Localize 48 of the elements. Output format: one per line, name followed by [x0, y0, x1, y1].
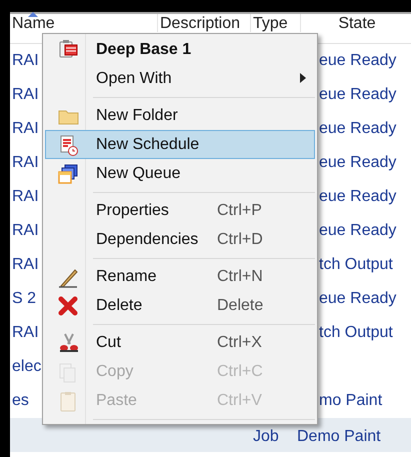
menu-item[interactable]: Properties Ctrl+P: [45, 196, 315, 225]
windows-icon: [57, 162, 79, 184]
menu-item[interactable]: Open With: [45, 64, 315, 93]
menu-item[interactable]: Deep Base 1: [45, 35, 315, 64]
table-cell-text: eue Ready: [318, 222, 396, 240]
menu-item[interactable]: Cut Ctrl+X: [45, 328, 315, 357]
menu-item[interactable]: New Folder: [45, 101, 315, 130]
table-cell: RAI: [12, 52, 39, 70]
table-cell: Job: [253, 428, 279, 446]
table-cell: RAI: [12, 324, 39, 342]
table-cell-text: tch Output: [318, 324, 393, 342]
table-cell-text: eue Ready: [318, 86, 396, 104]
table-cell-text: eue Ready: [318, 188, 396, 206]
menu-label: New Queue: [95, 164, 182, 182]
table-cell: RAI: [12, 222, 39, 240]
column-header[interactable]: State: [301, 14, 411, 32]
table-cell-text: eue Ready: [318, 52, 396, 70]
clipboard-icon: [57, 38, 79, 60]
table-cell-text: tch Output: [318, 256, 393, 274]
menu-label: Open With: [95, 70, 173, 88]
menu-item[interactable]: New Queue: [45, 159, 315, 188]
menu-label: Delete: [95, 296, 144, 314]
delete-icon: [57, 294, 79, 316]
menu-label: New Folder: [95, 106, 179, 124]
column-header[interactable]: Name: [10, 14, 158, 32]
table-cell-text: eue Ready: [318, 154, 396, 172]
menu-item[interactable]: Rename Ctrl+N: [45, 262, 315, 291]
menu-label: Properties: [95, 202, 170, 220]
menu-label: Deep Base 1: [95, 40, 192, 58]
scissors-icon: [57, 332, 79, 354]
table-cell: RAI: [12, 188, 39, 206]
column-header[interactable]: Description: [158, 14, 251, 32]
menu-label: Copy: [95, 362, 134, 380]
menu-label: Cut: [95, 334, 122, 352]
menu-item[interactable]: Dependencies Ctrl+D: [45, 225, 315, 254]
table-cell: RAI: [12, 256, 39, 274]
menu-label: Dependencies: [95, 230, 200, 248]
menu-label: Paste: [95, 392, 138, 410]
table-cell: Demo Paint: [297, 428, 381, 446]
table-cell: RAI: [12, 86, 39, 104]
table-cell: RAI: [12, 154, 39, 172]
menu-label: Rename: [95, 268, 158, 286]
table-cell: RAI: [12, 120, 39, 138]
table-cell-text: eue Ready: [318, 120, 396, 138]
menu-item[interactable]: Delete Delete: [45, 291, 315, 320]
menu-label: New Schedule: [95, 136, 200, 154]
menu-item[interactable]: New Schedule: [45, 130, 315, 159]
column-header[interactable]: Type: [251, 14, 301, 32]
